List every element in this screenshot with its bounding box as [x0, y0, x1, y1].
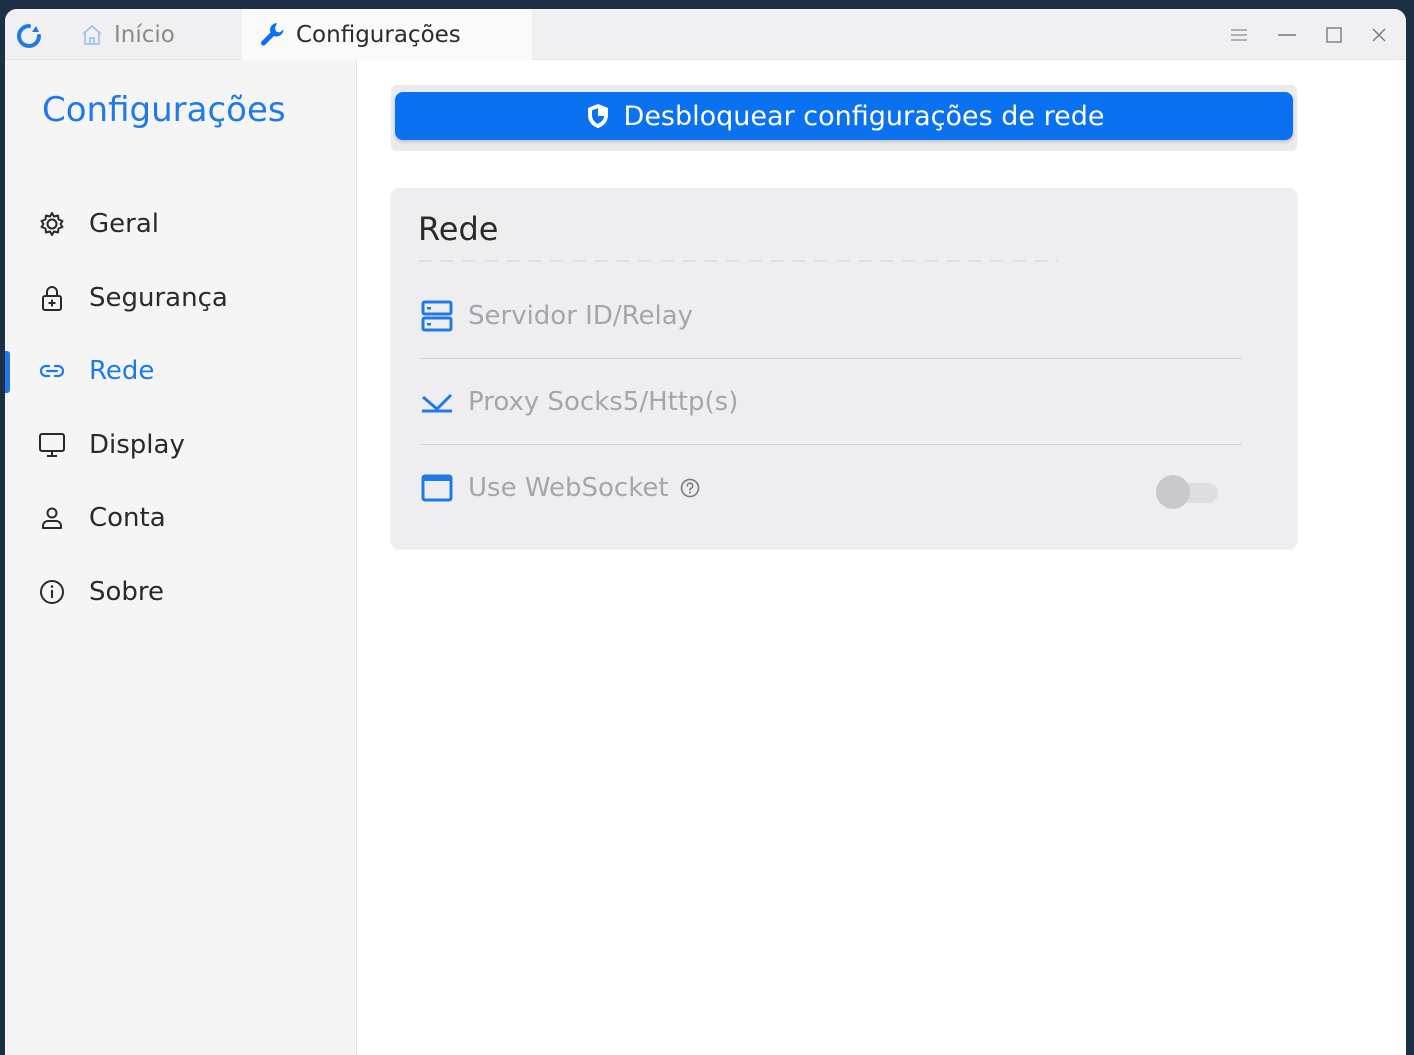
maximize-button[interactable]	[1320, 21, 1348, 49]
row-label: Use WebSocket	[468, 473, 669, 503]
id-relay-server-row[interactable]: Servidor ID/Relay	[420, 273, 1242, 359]
help-icon[interactable]	[679, 477, 701, 499]
app-logo-icon	[17, 24, 41, 48]
monitor-icon	[37, 430, 67, 460]
close-icon	[1372, 28, 1386, 42]
close-button[interactable]	[1365, 21, 1393, 49]
window-icon	[420, 471, 454, 505]
unlock-network-settings-button[interactable]: Desbloquear configurações de rede	[395, 92, 1293, 140]
unlock-button-label: Desbloquear configurações de rede	[623, 100, 1105, 132]
proxy-icon	[420, 385, 454, 419]
sidebar-item-label: Conta	[89, 503, 166, 533]
tab-home[interactable]: Início	[80, 9, 240, 60]
minimize-button[interactable]	[1273, 21, 1301, 49]
sidebar-item-geral[interactable]: Geral	[5, 196, 357, 252]
card-title-underline	[418, 260, 1058, 262]
menu-icon	[1231, 29, 1247, 41]
menu-button[interactable]	[1225, 21, 1253, 49]
sidebar-item-label: Rede	[89, 356, 155, 386]
home-icon	[82, 24, 102, 45]
info-icon	[37, 577, 67, 607]
sidebar-item-sobre[interactable]: Sobre	[5, 564, 357, 620]
server-icon	[420, 299, 454, 333]
tab-home-label: Início	[114, 21, 175, 48]
sidebar: Configurações Geral Segurança Rede Displ…	[5, 60, 357, 1055]
proxy-row[interactable]: Proxy Socks5/Http(s)	[420, 359, 1242, 445]
tab-settings[interactable]: Configurações	[242, 9, 532, 60]
sidebar-item-label: Display	[89, 430, 185, 460]
sidebar-item-seguranca[interactable]: Segurança	[5, 270, 357, 326]
title-bar: Início Configurações	[5, 9, 1406, 60]
websocket-toggle[interactable]	[1156, 475, 1220, 509]
shield-icon	[587, 104, 608, 128]
tab-settings-label: Configurações	[296, 21, 461, 48]
maximize-icon	[1326, 27, 1342, 43]
sidebar-item-conta[interactable]: Conta	[5, 490, 357, 546]
sidebar-item-rede[interactable]: Rede	[5, 343, 357, 399]
wrench-icon	[261, 22, 284, 45]
lock-icon	[37, 283, 67, 313]
sidebar-item-display[interactable]: Display	[5, 417, 357, 473]
link-icon	[37, 356, 67, 386]
minimize-icon	[1278, 34, 1296, 36]
network-card: Rede Servidor ID/Relay Proxy Socks5/Http…	[391, 188, 1297, 548]
sidebar-item-label: Segurança	[89, 283, 228, 313]
toggle-knob	[1156, 475, 1190, 509]
use-websocket-row: Use WebSocket	[420, 445, 1242, 531]
row-label: Proxy Socks5/Http(s)	[468, 387, 739, 417]
gear-icon	[37, 209, 67, 239]
sidebar-item-label: Sobre	[89, 577, 165, 607]
user-icon	[37, 503, 67, 533]
sidebar-title: Configurações	[42, 90, 286, 130]
app-window: Início Configurações Configurações Geral…	[5, 9, 1406, 1055]
card-title: Rede	[418, 210, 499, 248]
sidebar-item-label: Geral	[89, 209, 159, 239]
row-label: Servidor ID/Relay	[468, 301, 694, 331]
unlock-section: Desbloquear configurações de rede	[391, 85, 1297, 151]
